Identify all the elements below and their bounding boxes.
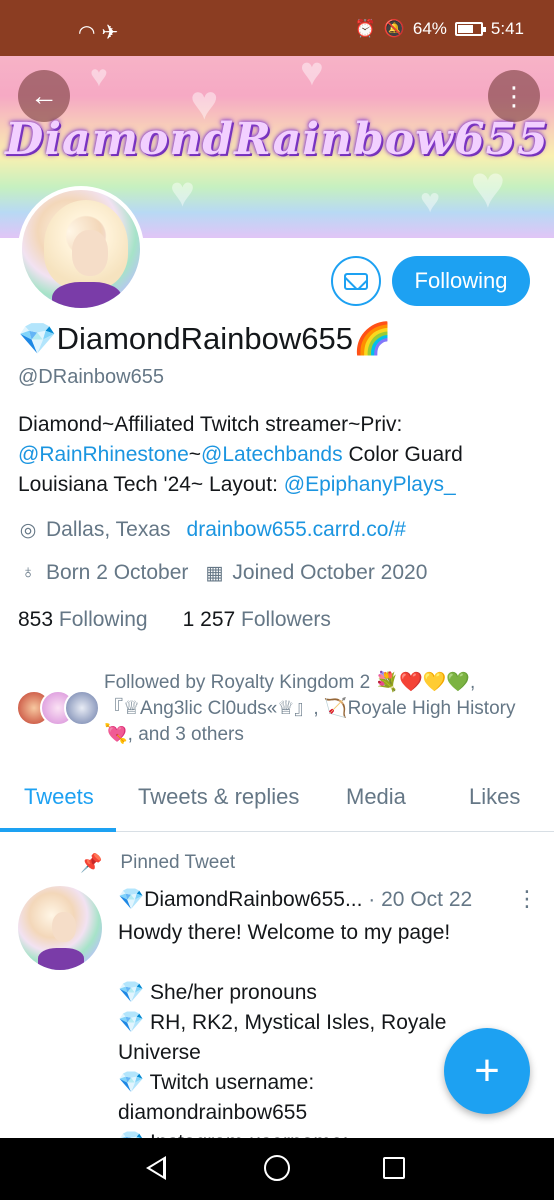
more-options-button[interactable]: ⋮ <box>488 70 540 122</box>
following-link[interactable]: 853 Following <box>18 608 148 631</box>
username: @DRainbow655 <box>18 366 164 388</box>
heart-decoration: ♥ <box>170 168 195 215</box>
birthday: Born 2 October <box>46 561 189 584</box>
active-tab-indicator <box>0 828 116 832</box>
location-pin-icon: ◎ <box>19 519 37 541</box>
heart-decoration: ♥ <box>300 56 324 94</box>
website-link[interactable]: drainbow655.carrd.co/# <box>187 518 406 542</box>
back-button[interactable]: ← <box>18 70 70 122</box>
location-website-row: ◎ Dallas, Texas drainbow655.carrd.co/# <box>18 518 406 542</box>
status-bar: ◠✈ ⏰ 🔕 64% 5:41 <box>0 0 554 56</box>
banner-title: DiamondRainbow655 <box>5 114 549 165</box>
status-right: ⏰ 🔕 64% 5:41 <box>355 19 524 39</box>
bio-mention-link[interactable]: @EpiphanyPlays_ <box>284 473 456 496</box>
more-vertical-icon: ⋮ <box>501 80 527 111</box>
airplane-icon: ✈ <box>101 22 125 44</box>
clock: 5:41 <box>490 19 524 38</box>
pinned-label-row: 📌 Pinned Tweet <box>80 852 235 874</box>
followed-by-avatars[interactable] <box>16 690 106 726</box>
bio-mention-link[interactable]: @Latechbands <box>201 443 343 466</box>
battery-icon <box>454 22 486 36</box>
tweet-text[interactable]: Howdy there! Welcome to my page! 💎 She/h… <box>118 918 478 1158</box>
android-nav-bar <box>0 1138 554 1200</box>
compose-tweet-button[interactable]: + <box>444 1028 530 1114</box>
bio: Diamond~Affiliated Twitch streamer~Priv:… <box>18 410 538 500</box>
tweet-more-icon[interactable]: ⋮ <box>516 886 538 912</box>
plus-icon: + <box>474 1046 500 1095</box>
alarm-icon: ⏰ <box>354 19 376 38</box>
profile-tabs: Tweets Tweets & replies Media Likes <box>0 770 554 832</box>
display-name: 💎DiamondRainbow655🌈 <box>18 321 392 356</box>
tweet-header: 💎DiamondRainbow655... · 20 Oct 22 <box>118 888 473 911</box>
bio-text: ~ <box>188 443 202 466</box>
followers-link[interactable]: 1 257 Followers <box>183 608 331 631</box>
pin-icon: 📌 <box>80 852 103 873</box>
wifi-icon: ◠ <box>78 22 102 44</box>
tab-media[interactable]: Media <box>346 784 406 810</box>
following-button[interactable]: Following <box>392 256 530 306</box>
pinned-label: Pinned Tweet <box>120 852 236 873</box>
arrow-left-icon: ← <box>30 80 58 111</box>
heart-decoration: ♥ <box>90 60 108 93</box>
avatar <box>64 690 100 726</box>
tweet-avatar[interactable] <box>18 886 102 970</box>
tweet-author[interactable]: 💎DiamondRainbow655... <box>118 888 362 911</box>
bio-text: Diamond~Affiliated Twitch streamer~Priv: <box>18 413 403 436</box>
tab-tweets-replies[interactable]: Tweets & replies <box>138 784 299 810</box>
message-button[interactable] <box>331 256 381 306</box>
location: Dallas, Texas <box>46 518 171 541</box>
dates-row: ♁ Born 2 October ▦ Joined October 2020 <box>18 561 428 585</box>
calendar-icon: ▦ <box>205 562 224 584</box>
heart-decoration: ♥ <box>420 182 441 220</box>
mail-icon <box>344 272 368 290</box>
tab-tweets[interactable]: Tweets <box>24 784 94 810</box>
connectivity-icons: ◠✈ <box>78 20 124 45</box>
battery-percent: 64% <box>412 19 447 38</box>
profile-avatar[interactable] <box>18 186 144 312</box>
followed-by-text[interactable]: Followed by Royalty Kingdom 2 💐❤️💛💚, 『♕A… <box>104 670 534 748</box>
nav-back-icon[interactable] <box>146 1156 166 1180</box>
tab-likes[interactable]: Likes <box>469 784 520 810</box>
join-date: Joined October 2020 <box>232 561 428 584</box>
nav-home-icon[interactable] <box>264 1155 290 1181</box>
mute-icon: 🔕 <box>383 19 405 38</box>
balloon-icon: ♁ <box>20 562 36 583</box>
tweet-date: 20 Oct 22 <box>381 888 473 911</box>
bio-mention-link[interactable]: @RainRhinestone <box>18 443 189 466</box>
follow-counts: 853 Following 1 257 Followers <box>18 608 331 632</box>
nav-recents-icon[interactable] <box>383 1157 405 1179</box>
